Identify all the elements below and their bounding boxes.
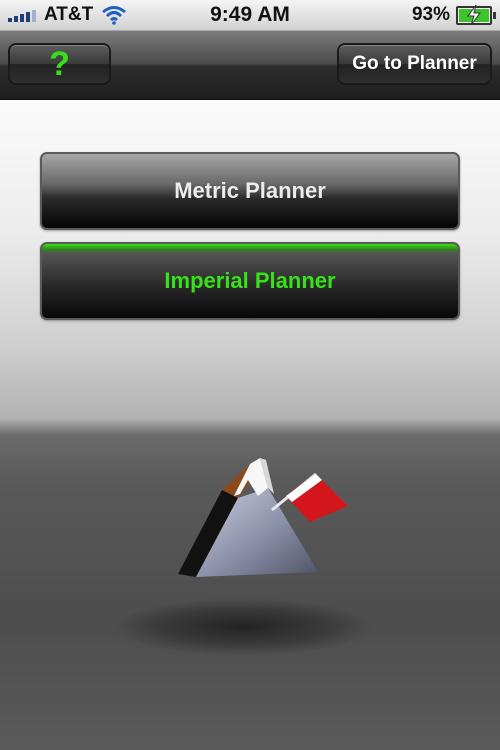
percent-sign: % [433, 4, 450, 25]
logo-shadow [112, 598, 374, 656]
go-to-planner-button[interactable]: Go to Planner [337, 43, 492, 85]
battery-charging-icon [456, 4, 496, 25]
status-bar: AT&T 9:49 AM 93 % [0, 0, 500, 31]
help-icon: ? [49, 45, 70, 83]
battery-group: 93 % [411, 4, 496, 26]
imperial-planner-label: Imperial Planner [164, 268, 336, 293]
help-button[interactable]: ? [8, 43, 111, 85]
nav-bar: ? Go to Planner [0, 31, 500, 100]
go-to-planner-label: Go to Planner [352, 53, 477, 74]
metric-planner-label: Metric Planner [174, 178, 326, 203]
imperial-planner-button[interactable]: Imperial Planner [40, 242, 460, 320]
metric-planner-button[interactable]: Metric Planner [40, 152, 460, 230]
battery-percent: 93 [411, 4, 434, 25]
mountain-flag-logo [178, 458, 348, 577]
